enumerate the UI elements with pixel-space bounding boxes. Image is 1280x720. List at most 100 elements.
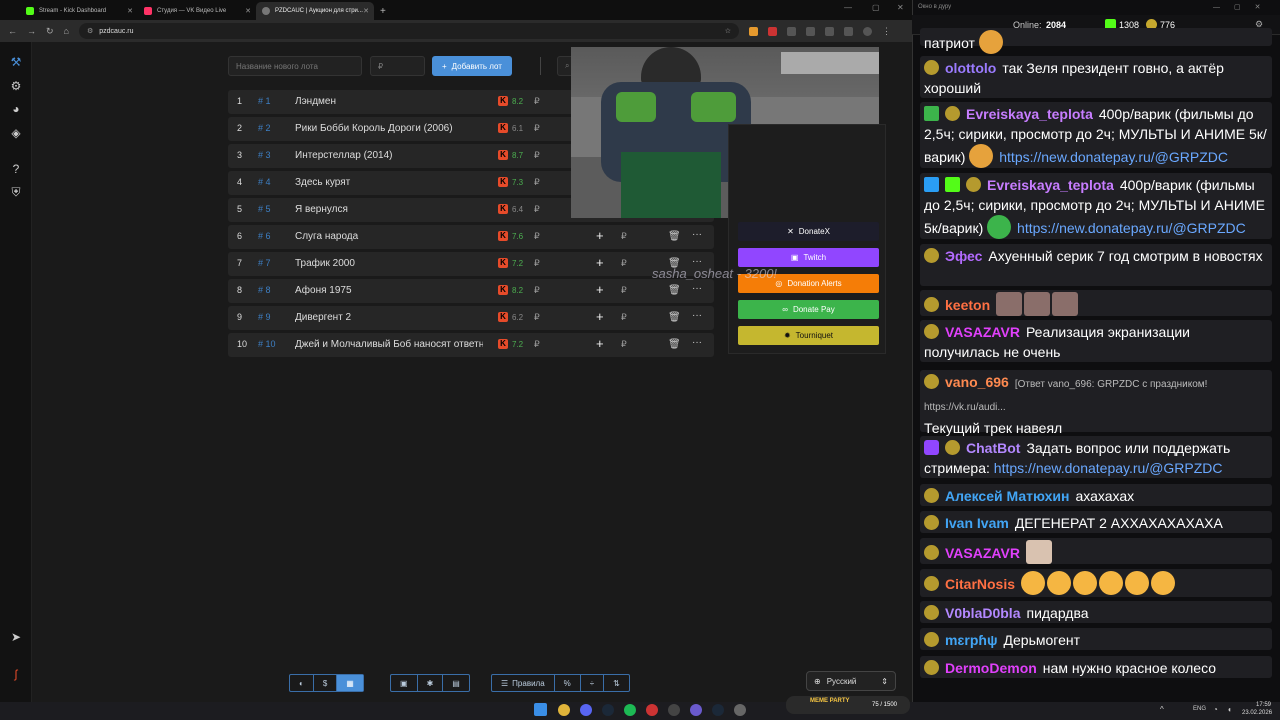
gear-icon[interactable]: ⚙ [9,79,23,93]
add-amount-button[interactable]: + [596,255,604,270]
chat-username[interactable]: mɛrpɦψ [945,632,998,648]
shield-icon[interactable]: ⛨ [9,185,23,199]
bookmark-star-icon[interactable]: ☆ [725,27,731,35]
chat-username[interactable]: Алексей Матюхин [945,488,1069,504]
new-tab-button[interactable]: + [380,6,386,17]
lot-row[interactable]: 9 # 9 Дивергент 2 K 6.2 ₽ + ₽ 🗑 ··· [228,306,714,330]
lot-row[interactable]: 6 # 6 Слуга народа K 7.6 ₽ + ₽ 🗑 ··· [228,225,714,249]
trash-icon[interactable]: 🗑 [668,231,681,242]
chat-username[interactable]: ChatBot [966,440,1020,456]
chat-username[interactable]: V0blaD0bla [945,605,1020,621]
lot-row[interactable]: 10 # 10 Джей и Молчаливый Боб наносят отве… [228,333,714,357]
table-view-button[interactable]: ▦ [337,675,363,691]
language-select[interactable]: ⊕ Русский ⇕ [806,671,896,691]
add-amount-button[interactable]: + [596,228,604,243]
app-icon[interactable] [646,704,658,716]
add-amount-button[interactable]: + [596,282,604,297]
chat-username[interactable]: VASAZAVR [945,545,1020,561]
more-icon[interactable]: ··· [692,310,702,321]
amount-input[interactable]: ₽ [621,312,627,323]
trash-icon[interactable]: 🗑 [668,285,681,296]
language-indicator[interactable]: ENG [1193,706,1206,712]
help-icon[interactable]: ? [9,162,23,176]
bug-button[interactable]: ✱ [418,675,444,691]
trash-icon[interactable]: 🗑 [668,312,681,323]
lot-title[interactable]: Слуга народа [295,231,483,242]
lot-title[interactable]: Я вернулся [295,204,483,215]
maximize-button[interactable]: ▢ [872,3,880,12]
donation-service-button[interactable]: ▣ Twitch [738,248,879,267]
tab-kick[interactable]: Stream - Kick Dashboard ✕ [20,2,138,20]
amount-input[interactable]: ₽ [621,285,627,296]
spotify-icon[interactable] [624,704,636,716]
close-window-button[interactable]: ✕ [897,3,904,12]
chat-username[interactable]: vano_696 [945,374,1009,390]
close-icon[interactable]: ✕ [127,7,133,15]
extension-icon[interactable] [767,26,777,36]
lot-title[interactable]: Рики Бобби Король Дороги (2006) [295,123,483,134]
extension-icon[interactable] [748,26,758,36]
lot-row[interactable]: 8 # 8 Афоня 1975 K 8.2 ₽ + ₽ 🗑 ··· [228,279,714,303]
telegram-icon[interactable]: ➤ [9,630,23,644]
divide-button[interactable]: ÷ [581,675,605,691]
chat-username[interactable]: Evreiskaya_teplota [987,177,1114,193]
clock-time[interactable]: 17:59 [1256,702,1271,708]
clock-date[interactable]: 23.02.2026 [1242,710,1272,716]
obs-icon[interactable] [668,704,680,716]
site-info-icon[interactable]: ⚙ [87,27,93,35]
lot-title[interactable]: Дивергент 2 [295,312,483,323]
github-button[interactable]: ◐ [290,675,314,691]
steam-icon[interactable] [712,704,724,716]
amount-input[interactable]: ₽ [621,339,627,350]
archive-button[interactable]: ▤ [443,675,469,691]
chat-username[interactable]: keeton [945,297,990,313]
more-icon[interactable]: ··· [692,229,702,240]
donation-service-button[interactable]: ✕ DonateX [738,222,879,241]
tab-vk[interactable]: Студия — VK Видео Live ✕ [138,2,256,20]
chat-link[interactable]: https://new.donatepay.ru/@GRPZDC [994,460,1223,476]
home-icon[interactable]: ⌂ [64,26,69,36]
chat-username[interactable]: Эфес [945,248,982,264]
trash-icon[interactable]: 🗑 [668,339,681,350]
donation-service-button[interactable]: ∞ Donate Pay [738,300,879,319]
close-icon[interactable]: ✕ [363,7,369,15]
save-button[interactable]: ▣ [391,675,418,691]
media-widget[interactable]: MEME PARTY 75 / 1500 [786,696,910,714]
chat-username[interactable]: VASAZAVR [945,324,1020,340]
hammer-icon[interactable]: ⚒ [9,55,23,69]
lot-amount-input[interactable]: ₽ [370,56,425,76]
add-amount-button[interactable]: + [596,336,604,351]
lot-name-input[interactable]: Название нового лота [228,56,362,76]
lot-title[interactable]: Интерстеллар (2014) [295,150,483,161]
rules-button[interactable]: ☰ Правила [492,675,555,691]
wheel-icon[interactable]: ◕ [9,102,23,116]
sidebar-icon[interactable] [843,26,853,36]
puzzle-icon[interactable] [805,26,815,36]
reply-link[interactable]: https://vk.ru/audi... [924,402,1006,413]
lot-title[interactable]: Афоня 1975 [295,285,483,296]
url-field[interactable]: ⚙ pzdcauc.ru ☆ [78,23,739,39]
app-icon[interactable] [734,704,746,716]
more-icon[interactable]: ··· [692,283,702,294]
chat-username[interactable]: DermoDemon [945,660,1037,676]
lot-title[interactable]: Трафик 2000 [295,258,483,269]
tab-pzdcauc[interactable]: PZDCAUC | Аукцион для стри... ✕ [256,2,374,20]
chrome-icon[interactable] [558,704,570,716]
reload-icon[interactable]: ↻ [46,26,54,37]
amount-input[interactable]: ₽ [621,258,627,269]
chat-username[interactable]: olottolo [945,60,996,76]
layers-icon[interactable]: ◈ [9,126,23,140]
lot-row[interactable]: 7 # 7 Трафик 2000 K 7.2 ₽ + ₽ 🗑 ··· [228,252,714,276]
tray-chevron-icon[interactable]: ^ [1160,705,1164,714]
donation-service-button[interactable]: ✹ Tourniquet [738,326,879,345]
percent-button[interactable]: % [555,675,581,691]
lot-title[interactable]: Здесь курят [295,177,483,188]
chat-username[interactable]: Evreiskaya_teplota [966,106,1093,122]
donate-button[interactable]: $ [314,675,338,691]
volume-icon[interactable]: ◖ [1227,705,1232,714]
back-icon[interactable]: ← [8,26,17,36]
extension-icon[interactable] [786,26,796,36]
close-icon[interactable]: ✕ [245,7,251,15]
app-icon[interactable] [690,704,702,716]
forward-icon[interactable]: → [27,26,36,36]
